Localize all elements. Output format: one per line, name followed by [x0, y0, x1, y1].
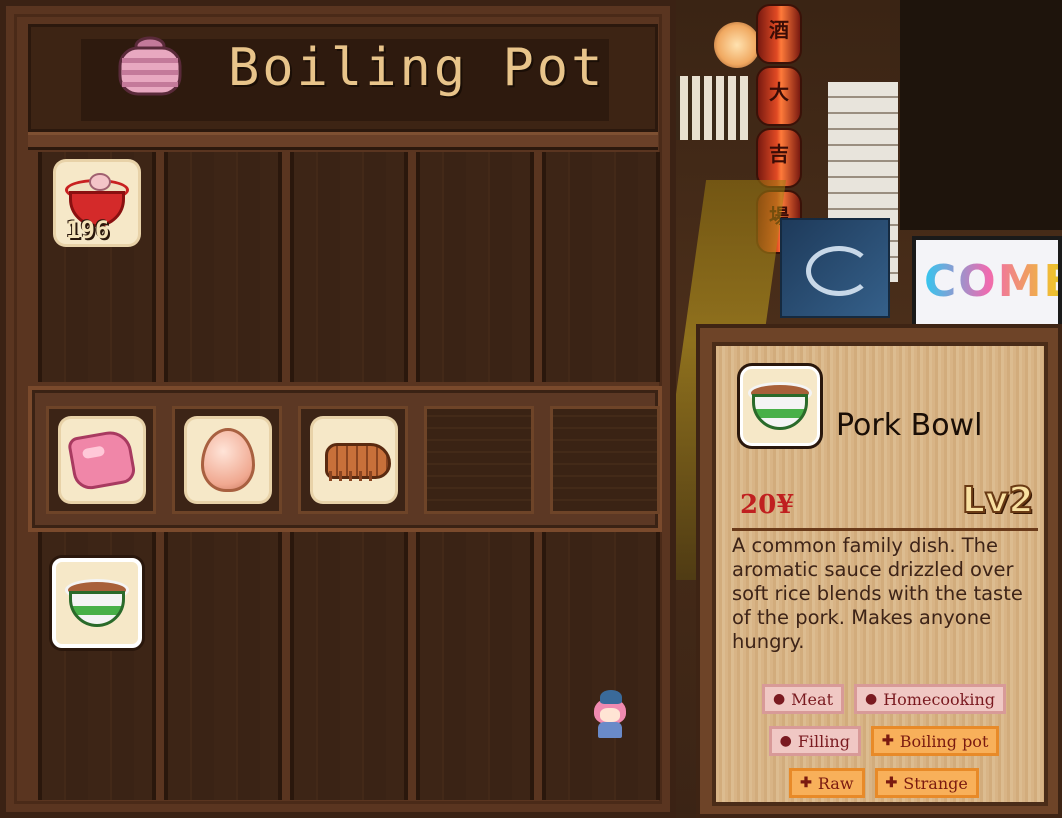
- meat-icon: [66, 428, 138, 492]
- ingredient-slot-egg[interactable]: [172, 406, 282, 514]
- tag-boiling-pot: ✚ Boiling pot: [870, 726, 1000, 756]
- tooltip-divider: [732, 528, 1038, 531]
- ingredient-bar: [28, 386, 662, 532]
- stock-slot[interactable]: [164, 152, 282, 382]
- stock-slot[interactable]: 196: [38, 152, 156, 382]
- recipe-slot[interactable]: [164, 532, 282, 800]
- recipe-grid: [38, 532, 660, 800]
- lantern-icon: 酒: [756, 4, 802, 64]
- tag-plus-icon: ✚: [885, 775, 898, 791]
- tag-label: Raw: [817, 773, 854, 793]
- recipe-slot[interactable]: [38, 532, 156, 800]
- tag-label: Filling: [797, 731, 850, 751]
- dish-price: 20¥: [740, 490, 795, 520]
- tag-dot-icon: ●: [772, 691, 786, 707]
- panel-title: Boiling Pot: [228, 38, 606, 98]
- combo-sign: COMBO: [912, 236, 1062, 330]
- dish-description: A common family dish. The aromatic sauce…: [732, 534, 1023, 653]
- recipe-slot[interactable]: [542, 532, 660, 800]
- tag-raw: ✚ Raw: [789, 768, 865, 798]
- dish-level: Lv2: [961, 479, 1034, 522]
- lantern-icon: 吉: [756, 128, 802, 188]
- tag-label: Meat: [791, 689, 833, 709]
- tag-row: ✚ Raw ✚ Strange: [716, 768, 1052, 798]
- ingredient-slot-meat[interactable]: [46, 406, 156, 514]
- dish-name: Pork Bowl: [836, 408, 983, 443]
- tag-row: ● Filling ✚ Boiling pot: [716, 726, 1052, 756]
- egg-icon: [201, 428, 255, 492]
- tag-label: Strange: [903, 773, 968, 793]
- tag-label: Homecooking: [883, 689, 996, 709]
- pot-icon: [118, 36, 182, 96]
- pork-bowl-icon: [748, 378, 812, 434]
- ingredient-card[interactable]: [313, 419, 395, 501]
- tag-row: ● Meat ● Homecooking: [716, 684, 1052, 714]
- recipe-slot[interactable]: [416, 532, 534, 800]
- tag-strange: ✚ Strange: [874, 768, 979, 798]
- ingredient-card[interactable]: [187, 419, 269, 501]
- character-cursor-icon: [590, 690, 630, 740]
- recipe-slot[interactable]: [290, 532, 408, 800]
- dish-tooltip: Pork Bowl 20¥ Lv2 A common family dish. …: [696, 324, 1062, 818]
- tag-plus-icon: ✚: [881, 733, 894, 749]
- ingredient-slot-shrimp[interactable]: [298, 406, 408, 514]
- lantern-icon: 大: [756, 66, 802, 126]
- ingredient-slot-empty[interactable]: [424, 406, 534, 514]
- lantern-glyph: 酒: [769, 18, 789, 42]
- tag-meat: ● Meat: [761, 684, 844, 714]
- tag-dot-icon: ●: [779, 733, 792, 749]
- ingredient-slot-empty[interactable]: [550, 406, 660, 514]
- shrimp-icon: [319, 435, 391, 485]
- boiling-pot-panel: Boiling Pot 196: [0, 0, 676, 818]
- stock-quantity: 196: [66, 216, 110, 244]
- tooltip-dish-image: [740, 366, 820, 446]
- combo-sign-text: COMBO: [924, 256, 1058, 307]
- stock-slot[interactable]: [416, 152, 534, 382]
- pork-bowl-icon: [65, 575, 129, 631]
- header-rail: [28, 132, 658, 150]
- tag-filling: ● Filling: [768, 726, 861, 756]
- ingredient-card[interactable]: [61, 419, 143, 501]
- menu-board: [668, 76, 748, 140]
- tag-label: Boiling pot: [899, 731, 989, 751]
- recipe-item-pork-bowl[interactable]: [52, 558, 142, 648]
- stock-grid: 196: [38, 152, 660, 382]
- tooltip-body: Pork Bowl 20¥ Lv2 A common family dish. …: [712, 342, 1048, 806]
- lantern-glyph: 吉: [769, 142, 789, 166]
- noren-curtain: [780, 218, 890, 318]
- tag-plus-icon: ✚: [800, 775, 812, 791]
- lantern-glyph: 大: [769, 80, 789, 104]
- ingredient-grid: [46, 406, 660, 514]
- stock-slot[interactable]: [542, 152, 660, 382]
- stock-slot[interactable]: [290, 152, 408, 382]
- lamp-icon: [714, 22, 760, 68]
- dark-wall: [900, 0, 1062, 230]
- tag-homecooking: ● Homecooking: [854, 684, 1007, 714]
- tag-dot-icon: ●: [865, 691, 878, 707]
